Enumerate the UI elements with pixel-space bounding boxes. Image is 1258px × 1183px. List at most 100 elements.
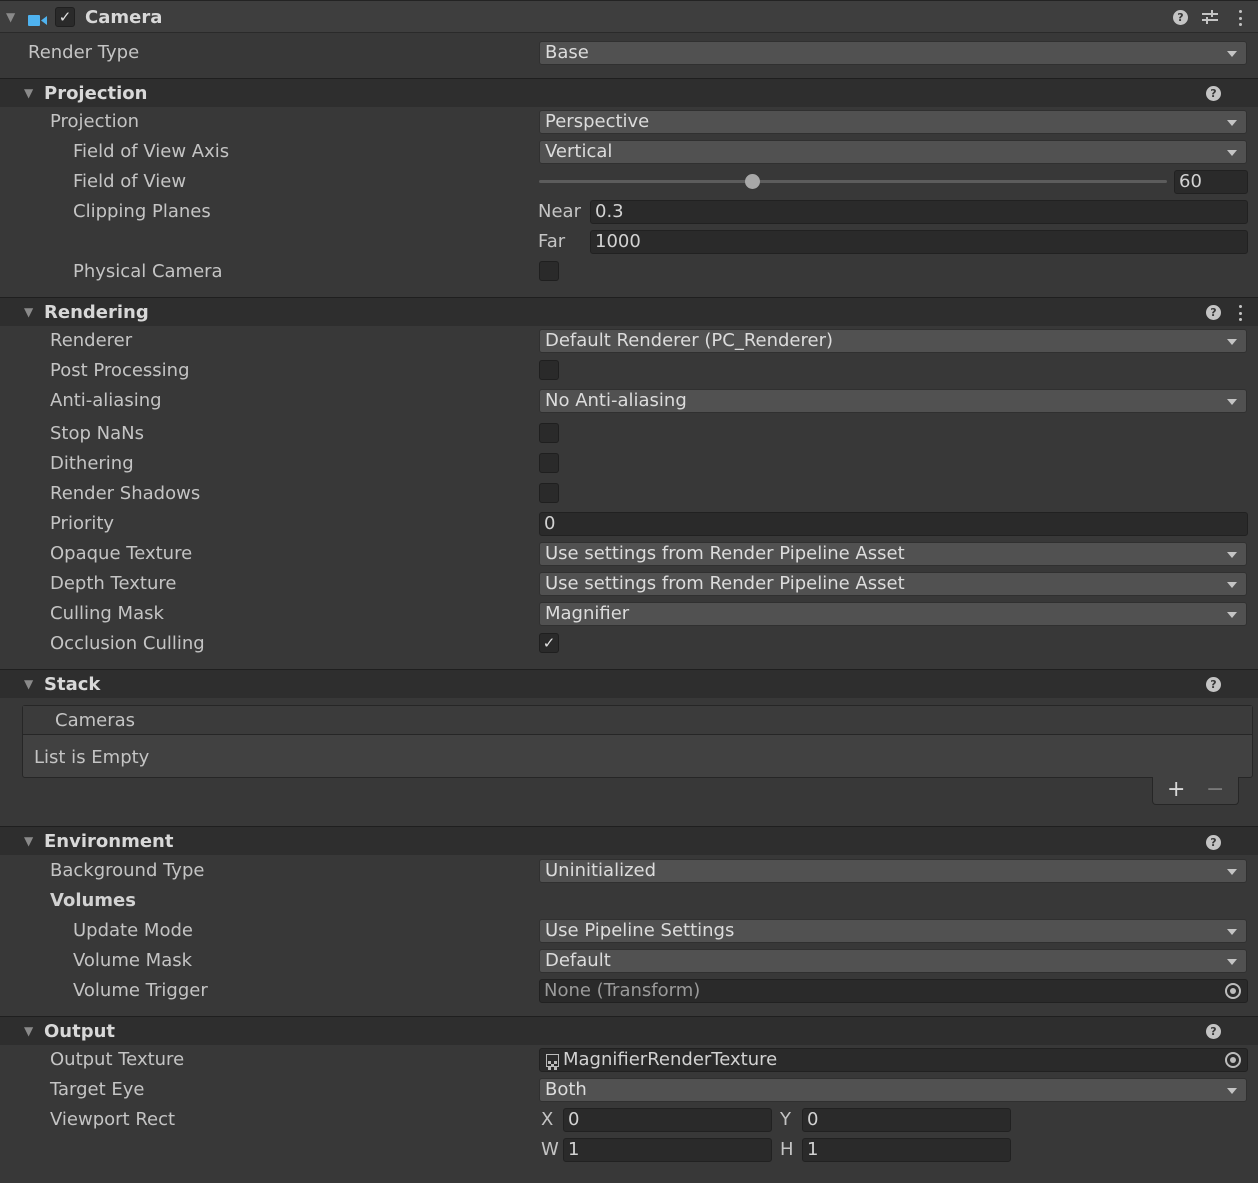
post-processing-checkbox[interactable] (539, 360, 559, 380)
volume-mask-dropdown[interactable]: Default (539, 949, 1247, 973)
update-mode-label: Update Mode (73, 920, 193, 941)
help-icon[interactable]: ? (1206, 835, 1221, 850)
dithering-label: Dithering (50, 453, 134, 474)
dithering-checkbox[interactable] (539, 453, 559, 473)
viewport-x-label: X (541, 1109, 554, 1130)
fov-axis-dropdown[interactable]: Vertical (539, 140, 1247, 164)
clipping-planes-label: Clipping Planes (73, 201, 211, 222)
section-environment-header[interactable]: ▼ Environment ? (0, 826, 1258, 855)
fov-slider-thumb[interactable] (745, 174, 761, 189)
volume-mask-label: Volume Mask (73, 950, 193, 971)
viewport-w-field[interactable]: 1 (563, 1138, 772, 1162)
anti-aliasing-dropdown[interactable]: No Anti-aliasing (539, 389, 1247, 413)
culling-mask-dropdown[interactable]: Magnifier (539, 602, 1247, 626)
volume-trigger-field[interactable]: None (Transform) (539, 979, 1248, 1003)
help-icon[interactable]: ? (1206, 305, 1221, 320)
opaque-texture-label: Opaque Texture (50, 543, 193, 564)
renderer-dropdown[interactable]: Default Renderer (PC_Renderer) (539, 329, 1247, 353)
fov-value-field[interactable]: 60 (1174, 170, 1248, 194)
section-output-header[interactable]: ▼ Output ? (0, 1016, 1258, 1045)
viewport-y-label: Y (780, 1109, 791, 1130)
fov-slider-track[interactable] (539, 180, 1167, 183)
far-label: Far (538, 231, 566, 252)
chevron-down-icon (1227, 959, 1237, 965)
physical-camera-label: Physical Camera (73, 261, 223, 282)
foldout-arrow-icon[interactable]: ▼ (24, 86, 33, 100)
projection-dropdown[interactable]: Perspective (539, 110, 1247, 134)
section-rendering-header[interactable]: ▼ Rendering ? (0, 297, 1258, 326)
stop-nans-checkbox[interactable] (539, 423, 559, 443)
section-title: Environment (44, 831, 174, 852)
opaque-texture-dropdown[interactable]: Use settings from Render Pipeline Asset (539, 542, 1247, 566)
priority-field[interactable]: 0 (539, 512, 1248, 536)
stop-nans-label: Stop NaNs (50, 423, 144, 444)
fov-axis-label: Field of View Axis (73, 141, 230, 162)
target-eye-label: Target Eye (50, 1079, 145, 1100)
cameras-list-footer: + − (1152, 777, 1239, 805)
viewport-x-field[interactable]: 0 (563, 1108, 772, 1132)
far-field[interactable]: 1000 (590, 230, 1248, 254)
volume-trigger-label: Volume Trigger (73, 980, 208, 1001)
foldout-arrow-icon[interactable]: ▼ (24, 677, 33, 691)
occlusion-culling-checkbox[interactable]: ✓ (539, 633, 559, 653)
physical-camera-checkbox[interactable] (539, 261, 559, 281)
viewport-rect-label: Viewport Rect (50, 1109, 176, 1130)
viewport-y-field[interactable]: 0 (802, 1108, 1011, 1132)
chevron-down-icon (1227, 869, 1237, 875)
foldout-arrow-icon[interactable]: ▼ (24, 305, 33, 319)
component-title: Camera (85, 7, 163, 28)
viewport-h-label: H (780, 1139, 794, 1160)
depth-texture-dropdown[interactable]: Use settings from Render Pipeline Asset (539, 572, 1247, 596)
background-type-dropdown[interactable]: Uninitialized (539, 859, 1247, 883)
section-title: Rendering (44, 302, 149, 323)
render-type-dropdown[interactable]: Base (539, 41, 1247, 65)
chevron-down-icon (1227, 582, 1237, 588)
kebab-menu-icon[interactable] (1237, 10, 1243, 26)
section-title: Projection (44, 83, 148, 104)
section-projection-header[interactable]: ▼ Projection ? (0, 78, 1258, 107)
foldout-arrow-icon[interactable]: ▼ (24, 1024, 33, 1038)
help-icon[interactable]: ? (1206, 86, 1221, 101)
near-field[interactable]: 0.3 (590, 200, 1248, 224)
section-title: Output (44, 1021, 116, 1042)
chevron-down-icon (1227, 120, 1237, 126)
object-picker-icon[interactable] (1225, 983, 1241, 999)
render-shadows-label: Render Shadows (50, 483, 201, 504)
chevron-down-icon (1227, 339, 1237, 345)
help-icon[interactable]: ? (1206, 677, 1221, 692)
viewport-w-label: W (541, 1139, 559, 1160)
chevron-down-icon (1227, 399, 1237, 405)
fov-label: Field of View (73, 171, 187, 192)
projection-label: Projection (50, 111, 140, 132)
chevron-down-icon (1227, 612, 1237, 618)
kebab-menu-icon[interactable] (1237, 305, 1243, 321)
foldout-arrow-icon[interactable]: ▼ (24, 834, 33, 848)
cameras-list: Cameras List is Empty (22, 705, 1253, 778)
update-mode-dropdown[interactable]: Use Pipeline Settings (539, 919, 1247, 943)
object-picker-icon[interactable] (1225, 1052, 1241, 1068)
target-eye-dropdown[interactable]: Both (539, 1078, 1247, 1102)
chevron-down-icon (1227, 929, 1237, 935)
viewport-h-field[interactable]: 1 (802, 1138, 1011, 1162)
add-icon[interactable]: + (1167, 777, 1185, 803)
chevron-down-icon (1227, 552, 1237, 558)
component-header: ▼ ✓ Camera ? (0, 0, 1258, 33)
help-icon[interactable]: ? (1173, 10, 1188, 25)
priority-label: Priority (50, 513, 115, 534)
render-shadows-checkbox[interactable] (539, 483, 559, 503)
preset-icon[interactable] (1201, 9, 1219, 25)
remove-icon[interactable]: − (1206, 777, 1224, 803)
section-title: Stack (44, 674, 101, 695)
chevron-down-icon (1227, 1088, 1237, 1094)
list-empty-text: List is Empty (34, 747, 150, 768)
foldout-arrow-icon[interactable]: ▼ (6, 10, 15, 24)
renderer-label: Renderer (50, 330, 133, 351)
component-enabled-checkbox[interactable]: ✓ (55, 7, 75, 27)
help-icon[interactable]: ? (1206, 1024, 1221, 1039)
section-stack-header[interactable]: ▼ Stack ? (0, 669, 1258, 698)
output-texture-field[interactable]: MagnifierRenderTexture (539, 1048, 1248, 1072)
output-texture-label: Output Texture (50, 1049, 185, 1070)
near-label: Near (538, 201, 581, 222)
chevron-down-icon (1227, 150, 1237, 156)
background-type-label: Background Type (50, 860, 205, 881)
